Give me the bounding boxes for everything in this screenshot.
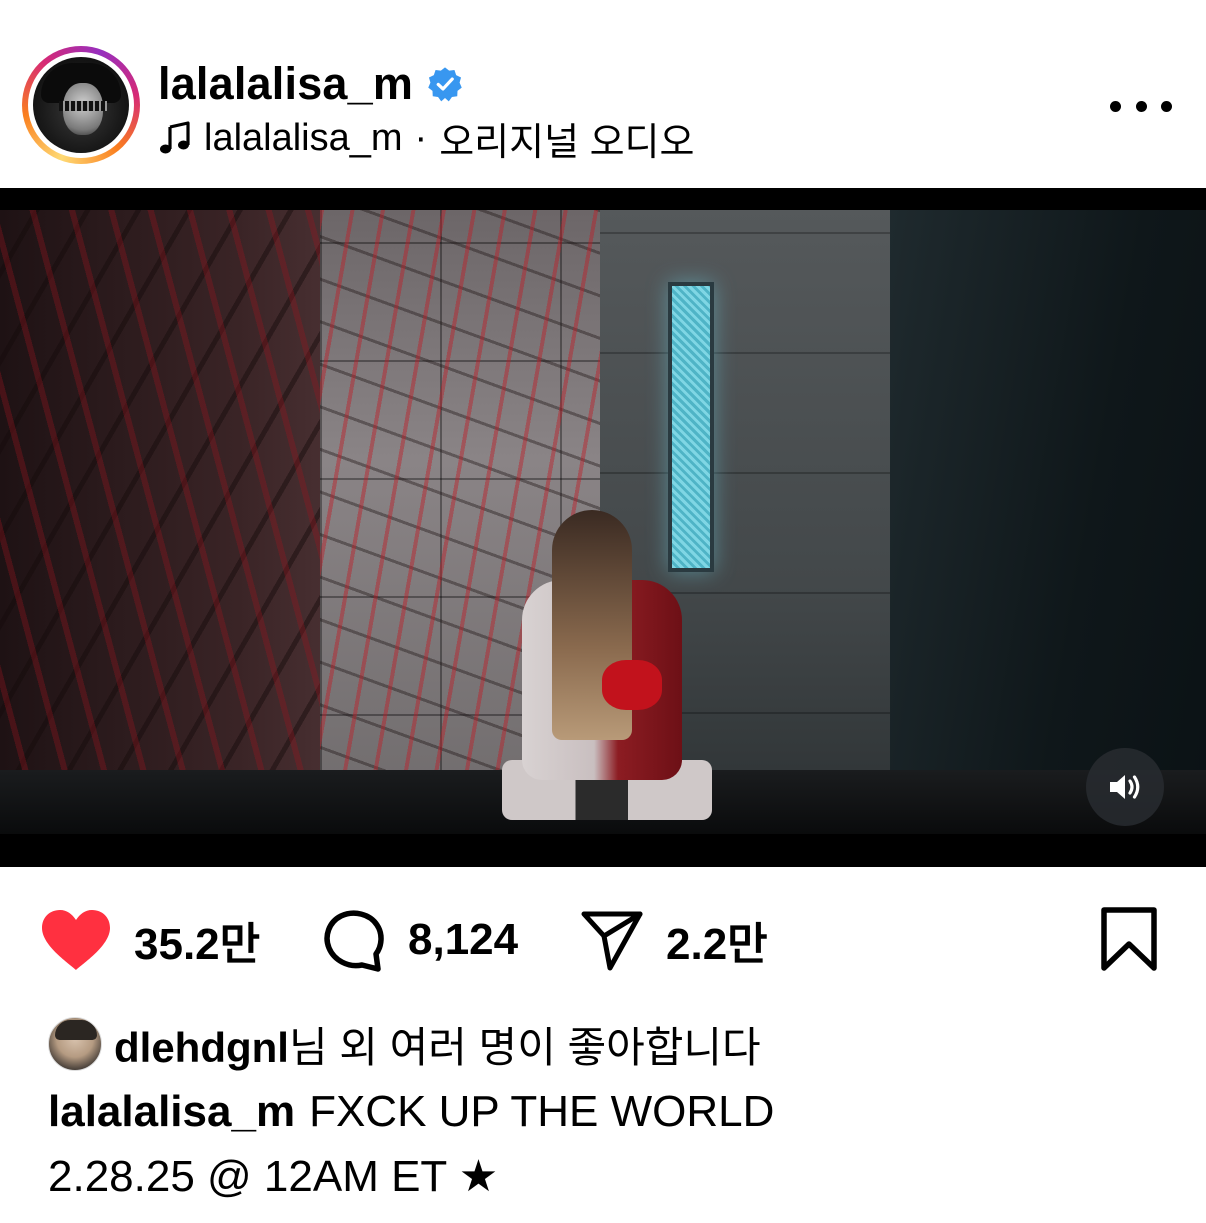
caption-line-2: 2.28.25 @ 12AM ET ★ xyxy=(48,1151,499,1201)
verified-badge-icon xyxy=(428,67,462,102)
audio-artist: lalalalisa_m xyxy=(204,116,403,159)
mute-toggle-button[interactable] xyxy=(1086,748,1164,826)
story-ring-avatar[interactable] xyxy=(22,46,140,164)
audio-attribution[interactable]: lalalalisa_m · 오리지널 오디오 xyxy=(158,114,694,164)
video-subject xyxy=(482,510,722,820)
profile-avatar xyxy=(33,57,129,153)
save-bookmark-button[interactable] xyxy=(1098,906,1160,972)
caption-username[interactable]: lalalalisa_m xyxy=(48,1087,295,1137)
video-frame xyxy=(0,210,1206,834)
post-header: lalalalisa_m lalalalisa_m · 오리지널 오디오 xyxy=(0,0,1206,188)
comment-bubble-icon xyxy=(324,910,384,972)
audio-separator: · xyxy=(414,116,428,159)
bookmark-icon xyxy=(1101,907,1157,971)
liked-by-text: 님 외 여러 명이 좋아합니다 xyxy=(288,1023,761,1071)
liker-avatar[interactable] xyxy=(48,1017,102,1071)
liker-username[interactable]: dlehdgnl xyxy=(114,1024,289,1071)
comment-count: 8,124 xyxy=(408,915,519,964)
speaker-on-icon xyxy=(1110,775,1140,799)
paper-plane-icon xyxy=(581,911,643,971)
caption: lalalalisa_m FXCK UP THE WORLD xyxy=(48,1084,774,1140)
share-button[interactable]: 2.2만 xyxy=(580,900,768,980)
liked-by-summary[interactable]: dlehdgnl님 외 여러 명이 좋아합니다 xyxy=(48,1014,761,1074)
music-note-icon xyxy=(160,121,190,154)
audio-title: 오리지널 오디오 xyxy=(439,121,695,164)
caption-text: FXCK UP THE WORLD xyxy=(309,1087,775,1136)
username-row: lalalalisa_m xyxy=(158,56,463,112)
more-horizontal-icon xyxy=(1110,100,1121,112)
comment-button[interactable]: 8,124 xyxy=(322,900,518,980)
post-username[interactable]: lalalalisa_m xyxy=(158,58,413,110)
more-options-button[interactable] xyxy=(1110,88,1172,124)
post-actions: 35.2만 8,124 2.2만 xyxy=(0,900,1206,980)
heart-filled-icon xyxy=(42,910,110,970)
share-count: 2.2만 xyxy=(666,920,768,969)
like-button[interactable]: 35.2만 xyxy=(40,900,260,980)
post-video[interactable] xyxy=(0,188,1206,867)
like-count: 35.2만 xyxy=(134,920,261,969)
